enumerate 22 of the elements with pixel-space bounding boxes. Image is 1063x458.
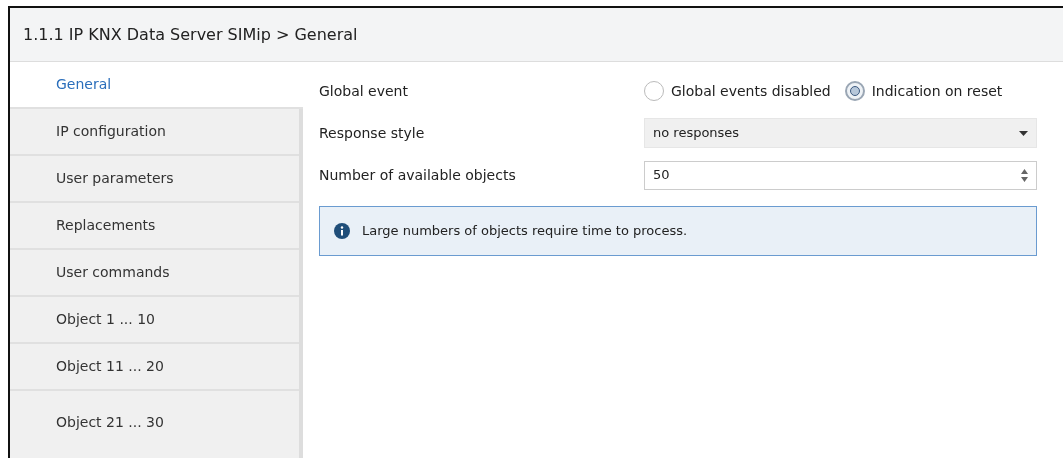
sidebar-item[interactable]: IP configuration <box>10 109 299 156</box>
parameter-label: Number of available objects <box>319 166 516 183</box>
dropdown-field[interactable]: no responses <box>644 118 1037 148</box>
parameter-label: Global event <box>319 82 408 99</box>
number-field[interactable]: 50 <box>644 160 1037 190</box>
radio-option[interactable]: Global events disabled <box>644 80 831 102</box>
caret-down-icon <box>1019 130 1028 136</box>
spinner-arrows-icon[interactable] <box>1021 168 1028 182</box>
sidebar-item[interactable]: User commands <box>10 250 299 297</box>
info-icon <box>334 223 350 239</box>
radio-option[interactable]: Indication on reset <box>844 80 1003 102</box>
sidebar-item[interactable]: Object 11 ... 20 <box>10 344 299 391</box>
radio-button[interactable] <box>844 81 865 101</box>
sidebar-item[interactable]: Object 21 ... 30 <box>10 391 299 435</box>
sidebar-item[interactable]: General <box>10 62 303 109</box>
window-title: 1.1.1 IP KNX Data Server SIMip > General <box>23 23 358 46</box>
sidebar-item[interactable]: Object 1 ... 10 <box>10 297 299 344</box>
info-message: Large numbers of objects require time to process. <box>362 222 688 241</box>
sidebar-item[interactable]: User parameters <box>10 156 299 203</box>
radio-button[interactable] <box>644 81 664 101</box>
parameter-label: Response style <box>319 124 425 141</box>
sidebar-item[interactable]: Replacements <box>10 203 299 250</box>
